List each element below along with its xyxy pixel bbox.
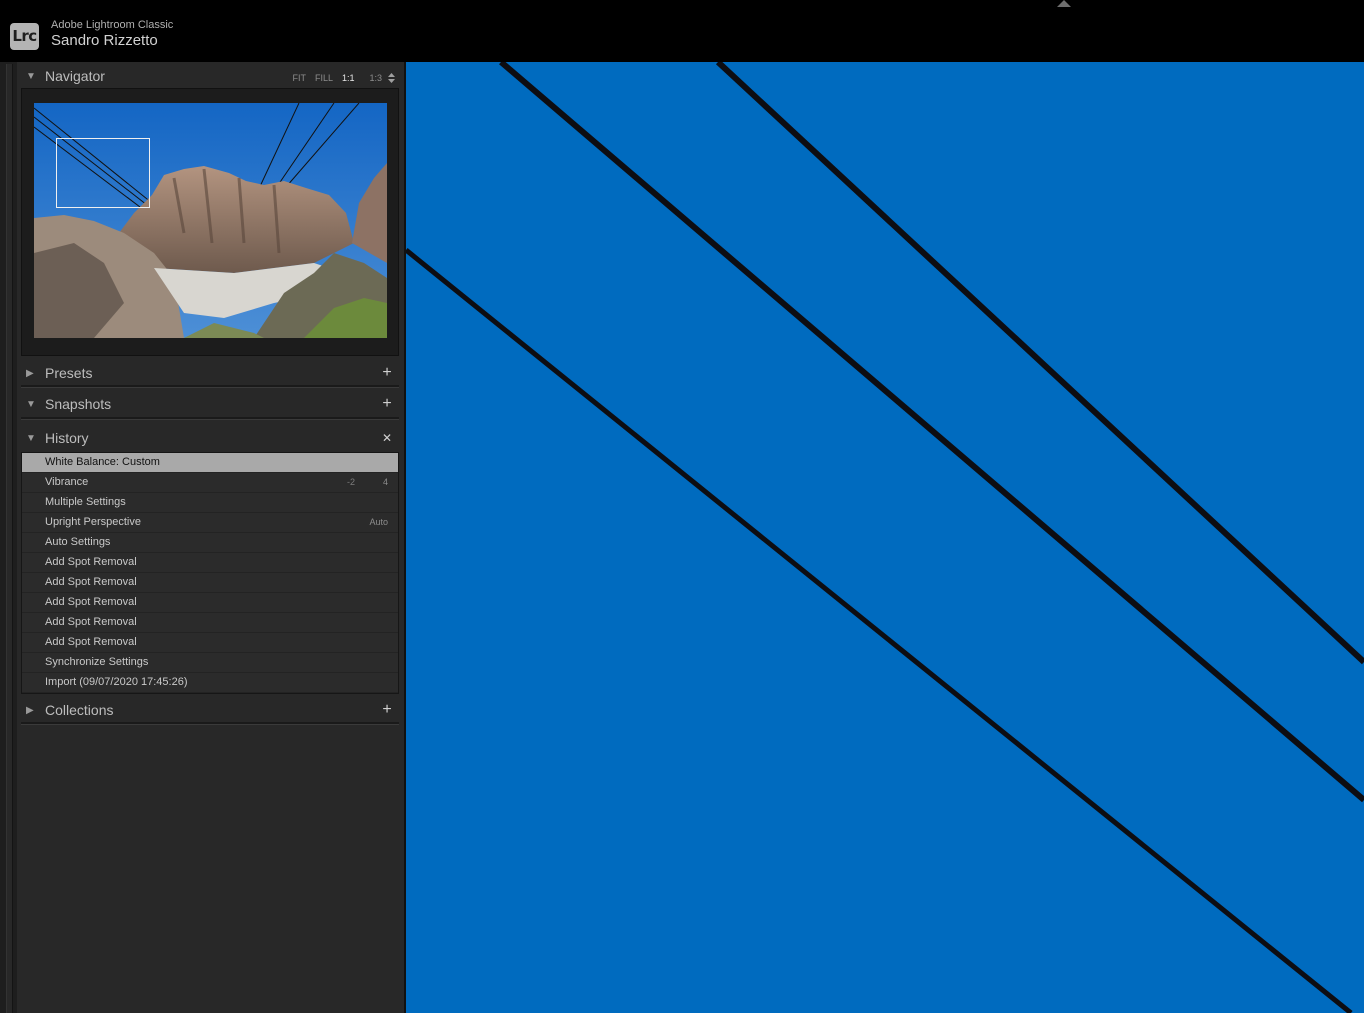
history-header[interactable]: ▼ History ✕ bbox=[21, 426, 399, 452]
history-step-value: 4 bbox=[382, 477, 388, 487]
history-step-before: -2 bbox=[346, 477, 355, 487]
history-row[interactable]: Add Spot Removal bbox=[22, 593, 398, 613]
navigator-title: Navigator bbox=[45, 68, 105, 84]
zoom-stepper-icon[interactable] bbox=[388, 73, 395, 83]
history-row[interactable]: White Balance: Custom bbox=[22, 453, 398, 473]
history-step-label: Multiple Settings bbox=[45, 496, 126, 508]
history-row[interactable]: Add Spot Removal bbox=[22, 553, 398, 573]
history-step-label: Upright Perspective bbox=[45, 516, 141, 528]
history-step-label: Add Spot Removal bbox=[45, 576, 137, 588]
history-step-label: Import (09/07/2020 17:45:26) bbox=[45, 676, 188, 688]
history-step-label: Add Spot Removal bbox=[45, 636, 137, 648]
history-step-label: White Balance: Custom bbox=[45, 456, 160, 468]
snapshots-title: Snapshots bbox=[45, 396, 112, 412]
history-step-label: Add Spot Removal bbox=[45, 616, 137, 628]
section-divider bbox=[21, 417, 399, 420]
presets-header[interactable]: ▶ Presets + bbox=[21, 361, 399, 387]
history-step-label: Auto Settings bbox=[45, 536, 111, 548]
snapshots-header[interactable]: ▼ Snapshots + bbox=[21, 392, 399, 418]
history-row[interactable]: Synchronize Settings bbox=[22, 653, 398, 673]
top-panel-toggle-icon[interactable] bbox=[1057, 0, 1071, 8]
history-row[interactable]: Add Spot Removal bbox=[22, 573, 398, 593]
loupe-image-view[interactable] bbox=[406, 62, 1364, 1013]
triangle-down-icon: ▼ bbox=[26, 399, 36, 410]
navigator-thumbnail[interactable] bbox=[34, 103, 387, 338]
add-collection-icon[interactable]: + bbox=[379, 701, 395, 719]
history-row[interactable]: Add Spot Removal bbox=[22, 613, 398, 633]
history-title: History bbox=[45, 430, 89, 446]
lrc-logo: Lrc bbox=[10, 23, 39, 50]
history-row[interactable]: Multiple Settings bbox=[22, 493, 398, 513]
triangle-right-icon: ▶ bbox=[26, 368, 34, 379]
history-row[interactable]: Add Spot Removal bbox=[22, 633, 398, 653]
left-panel: ▼ Navigator FIT FILL 1:1 1:3 ▶ Presets +… bbox=[17, 62, 405, 1013]
navigator-header[interactable]: ▼ Navigator FIT FILL 1:1 1:3 bbox=[21, 64, 399, 90]
history-step-label: Add Spot Removal bbox=[45, 596, 137, 608]
zoom-fit[interactable]: FIT bbox=[292, 73, 306, 83]
history-row[interactable]: Vibrance -2 4 bbox=[22, 473, 398, 493]
add-preset-icon[interactable]: + bbox=[379, 364, 395, 382]
triangle-right-icon: ▶ bbox=[26, 705, 34, 716]
triangle-down-icon: ▼ bbox=[26, 71, 36, 82]
user-name: Sandro Rizzetto bbox=[51, 32, 158, 49]
history-row[interactable]: Import (09/07/2020 17:45:26) bbox=[22, 673, 398, 693]
navigator-viewport-box[interactable] bbox=[56, 138, 150, 208]
history-step-label: Add Spot Removal bbox=[45, 556, 137, 568]
collections-title: Collections bbox=[45, 702, 114, 718]
navigator-preview bbox=[21, 88, 399, 356]
history-step-label: Vibrance bbox=[45, 476, 89, 488]
collections-header[interactable]: ▶ Collections + bbox=[21, 698, 399, 724]
history-step-label: Synchronize Settings bbox=[45, 656, 149, 668]
history-step-value: Auto bbox=[369, 517, 388, 527]
app-name: Adobe Lightroom Classic bbox=[51, 19, 174, 31]
zoom-1-1[interactable]: 1:1 bbox=[342, 73, 355, 83]
section-divider bbox=[21, 385, 399, 388]
history-row[interactable]: Upright Perspective Auto bbox=[22, 513, 398, 533]
zoomed-photo bbox=[406, 62, 1364, 1013]
history-row[interactable]: Auto Settings bbox=[22, 533, 398, 553]
triangle-down-icon: ▼ bbox=[26, 433, 36, 444]
clear-history-icon[interactable]: ✕ bbox=[379, 429, 395, 447]
section-divider bbox=[21, 722, 399, 725]
zoom-1-3[interactable]: 1:3 bbox=[369, 73, 382, 83]
history-list: White Balance: Custom Vibrance -2 4 Multiple… bbox=[21, 452, 399, 694]
left-panel-edge[interactable] bbox=[0, 62, 17, 1013]
presets-title: Presets bbox=[45, 365, 93, 381]
add-snapshot-icon[interactable]: + bbox=[379, 395, 395, 413]
zoom-fill[interactable]: FILL bbox=[315, 73, 333, 83]
navigator-zoom-options: FIT FILL 1:1 1:3 bbox=[292, 73, 395, 83]
identity-plate: Lrc Adobe Lightroom Classic Sandro Rizze… bbox=[0, 0, 1364, 62]
